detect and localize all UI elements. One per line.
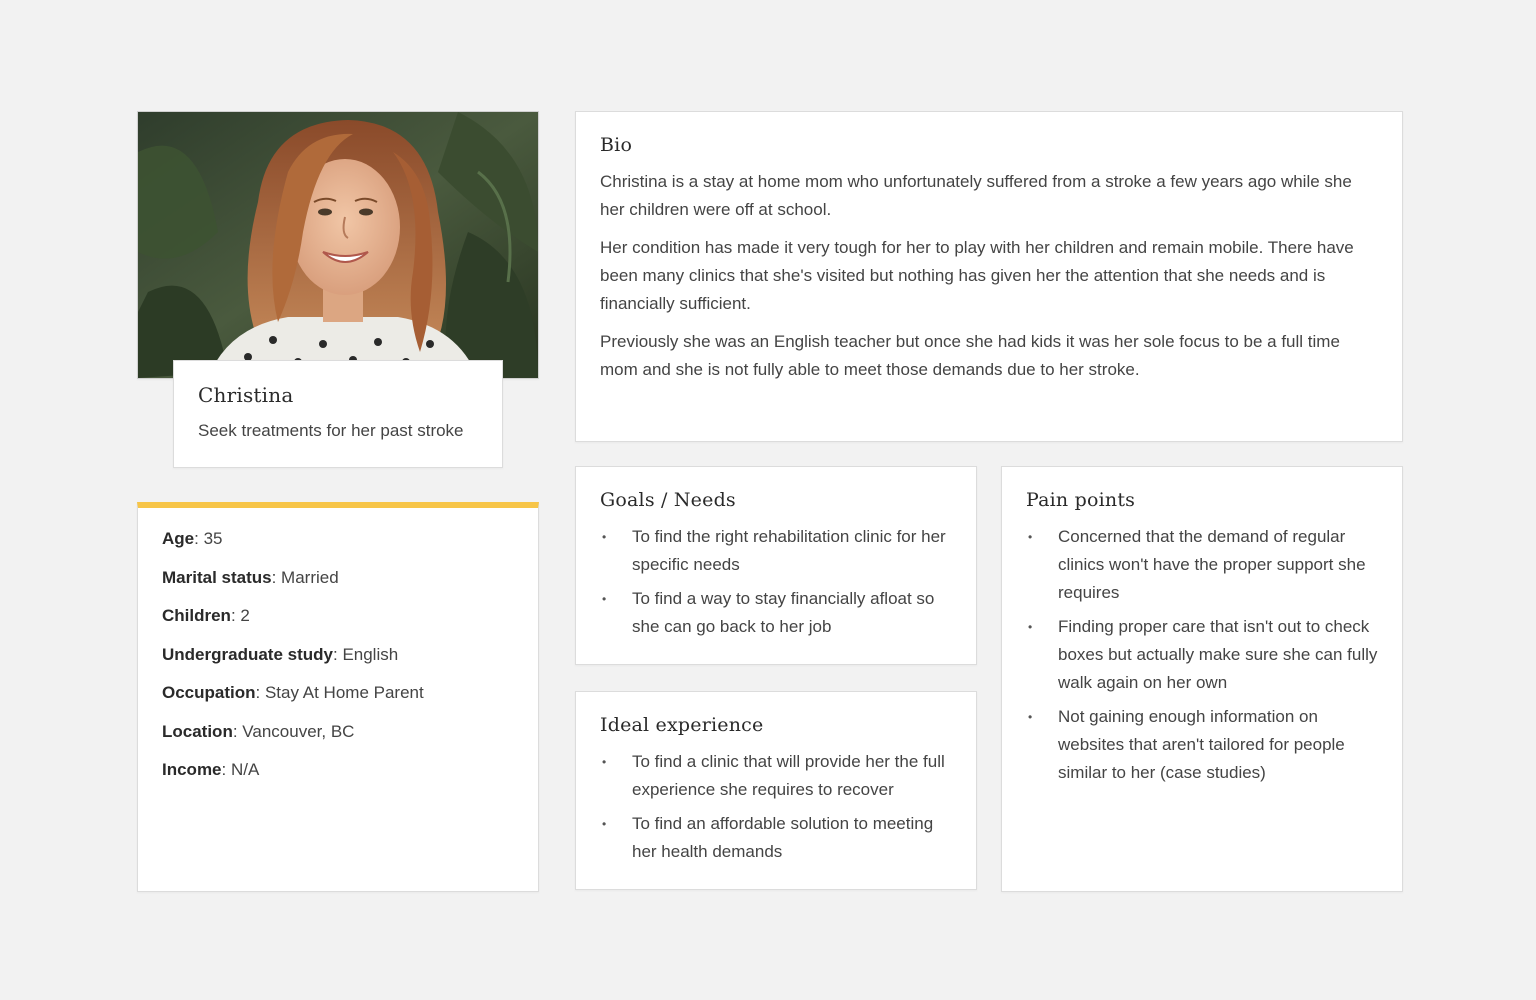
bullet-icon: • <box>602 530 607 544</box>
pain-points-list: • Concerned that the demand of regular cl… <box>1026 523 1378 787</box>
list-item: • Concerned that the demand of regular cl… <box>1026 523 1378 607</box>
bio-title: Bio <box>600 134 633 156</box>
persona-name: Christina <box>198 383 294 407</box>
goals-title: Goals / Needs <box>600 489 736 511</box>
bullet-icon: • <box>1028 710 1033 724</box>
stat-location: Location: Vancouver, BC <box>162 721 355 741</box>
persona-photo <box>137 111 539 379</box>
demographics-card: Age: 35 Marital status: Married Children… <box>137 502 539 892</box>
bio-paragraph: Her condition has made it very tough for… <box>600 238 1354 313</box>
bullet-icon: • <box>602 755 607 769</box>
list-item: • To find a clinic that will provide her … <box>600 748 952 804</box>
list-item: • To find the right rehabilitation clinic… <box>600 523 952 579</box>
ideal-experience-card: Ideal experience • To find a clinic that … <box>575 691 977 890</box>
bio-paragraph: Christina is a stay at home mom who unfo… <box>600 172 1352 219</box>
bullet-icon: • <box>1028 620 1033 634</box>
bullet-icon: • <box>602 817 607 831</box>
stat-undergraduate-study: Undergraduate study: English <box>162 644 399 664</box>
bullet-icon: • <box>602 592 607 606</box>
goals-card: Goals / Needs • To find the right rehabil… <box>575 466 977 665</box>
pain-points-card: Pain points • Concerned that the demand o… <box>1001 466 1403 892</box>
ideal-experience-title: Ideal experience <box>600 714 764 736</box>
persona-tagline: Seek treatments for her past stroke <box>198 421 464 440</box>
ideal-experience-list: • To find a clinic that will provide her … <box>600 748 952 866</box>
list-item: • To find a way to stay financially afloa… <box>600 585 952 641</box>
stat-income: Income: N/A <box>162 760 260 779</box>
persona-name-card: Christina Seek treatments for her past s… <box>173 360 503 468</box>
stat-age: Age: 35 <box>162 529 223 548</box>
list-item: • Not gaining enough information on websi… <box>1026 703 1378 787</box>
list-item: • To find an affordable solution to meeti… <box>600 810 952 866</box>
stat-children: Children: 2 <box>162 606 250 625</box>
bio-paragraph: Previously she was an English teacher bu… <box>600 332 1340 379</box>
stat-marital-status: Marital status: Married <box>162 567 339 587</box>
bio-card: Bio Christina is a stay at home mom who … <box>575 111 1403 442</box>
stat-occupation: Occupation: Stay At Home Parent <box>162 683 424 702</box>
pain-points-title: Pain points <box>1026 489 1136 511</box>
list-item: • Finding proper care that isn't out to c… <box>1026 613 1378 697</box>
goals-list: • To find the right rehabilitation clinic… <box>600 523 952 641</box>
bullet-icon: • <box>1028 530 1033 544</box>
